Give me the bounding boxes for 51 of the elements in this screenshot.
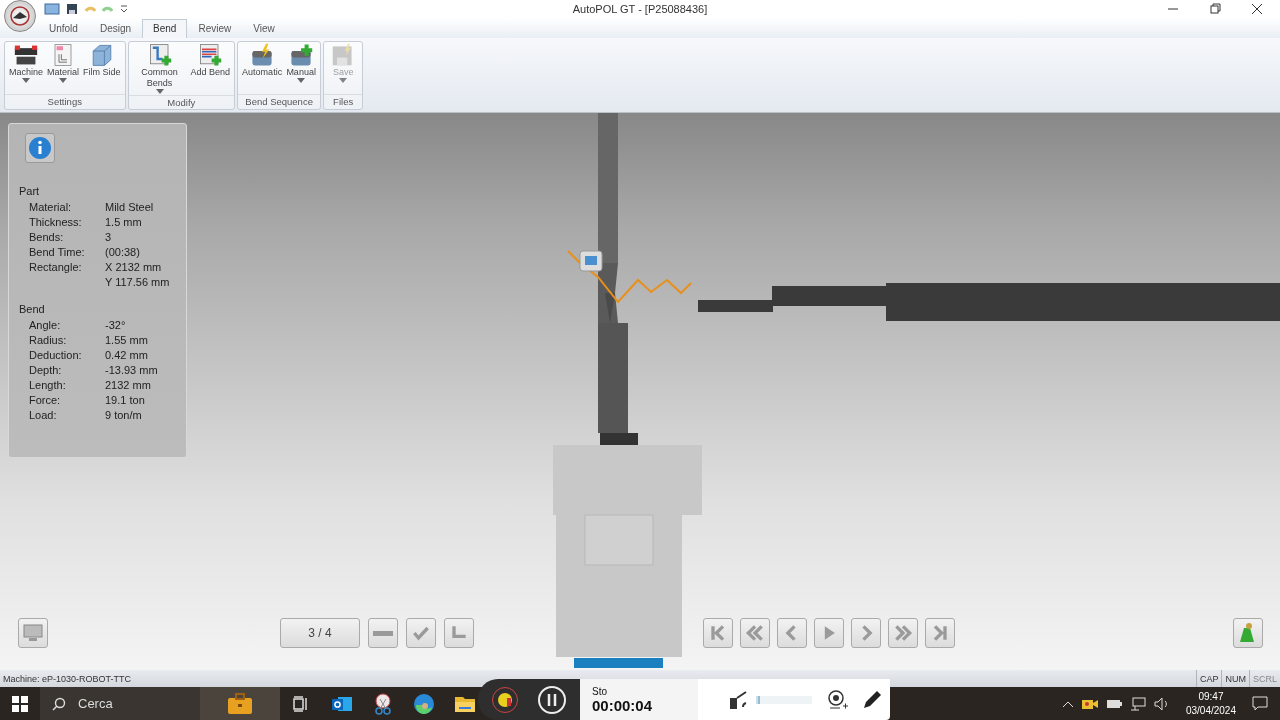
ribbon-tab[interactable]: Design [88, 19, 143, 38]
clock-date[interactable]: 03/04/2024 [1185, 703, 1236, 718]
property-label: Length: [29, 378, 67, 393]
property-value: 2132 mm [105, 378, 152, 393]
clock-time[interactable]: 09:47 [1198, 689, 1224, 704]
ribbon-tab[interactable]: View [242, 19, 286, 38]
property-value: X 2132 mm [105, 259, 163, 275]
ribbon-tab[interactable]: Unfold [38, 19, 89, 38]
property-value: 9 ton/m [105, 407, 143, 423]
section-title: Part [19, 185, 41, 197]
property-value: Y 117.56 mm [105, 274, 171, 290]
ribbon-button[interactable]: Common Bends [130, 43, 189, 94]
property-value: 3 [105, 229, 113, 245]
property-label: Thickness: [29, 214, 83, 230]
property-label: Material: [29, 200, 73, 215]
ribbon-button[interactable]: Machine [7, 43, 46, 93]
ribbon-button[interactable]: Material [45, 43, 82, 93]
property-value: (00:38) [105, 244, 141, 260]
ribbon-tab[interactable]: Review [187, 19, 243, 38]
property-label: Force: [29, 392, 62, 408]
machine-status: Machine: eP-1030-ROBOT-TTC [3, 673, 132, 684]
ribbon-tab[interactable]: Bend [142, 19, 188, 38]
property-value: 0.42 mm [105, 348, 149, 364]
property-label: Bend Time: [29, 244, 86, 260]
property-value: -13.93 mm [105, 363, 159, 379]
group-label: Settings [5, 94, 125, 109]
property-label: Rectangle: [29, 259, 83, 275]
property-value: -32° [105, 318, 127, 334]
property-label: Radius: [29, 333, 68, 349]
section-title: Bend [19, 303, 46, 316]
property-value: 1.5 mm [105, 214, 143, 230]
group-label: Bend Sequence [238, 94, 321, 109]
window-title: AutoPOL GT - [P25088436] [572, 3, 708, 15]
property-label: Depth: [29, 363, 63, 379]
recording-timer: 00:00:04 [592, 696, 654, 714]
ribbon-button[interactable]: Manual [284, 43, 319, 93]
property-label: Bends: [29, 229, 65, 245]
group-label: Modify [128, 95, 235, 110]
property-value: 19.1 ton [105, 392, 146, 408]
property-label: Angle: [29, 318, 62, 334]
property-label: Deduction: [29, 348, 83, 364]
step-counter[interactable]: 3 / 4 [280, 618, 360, 648]
group-label: Files [324, 94, 363, 109]
ribbon-button[interactable]: Film Side [81, 43, 123, 93]
property-label: Load: [29, 407, 58, 423]
ribbon-button[interactable]: Automatic [240, 43, 285, 93]
ribbon-button[interactable]: Add Bend [188, 43, 233, 94]
recorder-label: Sto [592, 685, 608, 697]
property-value: 1.55 mm [105, 333, 149, 349]
property-value: Mild Steel [105, 200, 155, 215]
search-field[interactable]: Cerca [40, 687, 200, 720]
